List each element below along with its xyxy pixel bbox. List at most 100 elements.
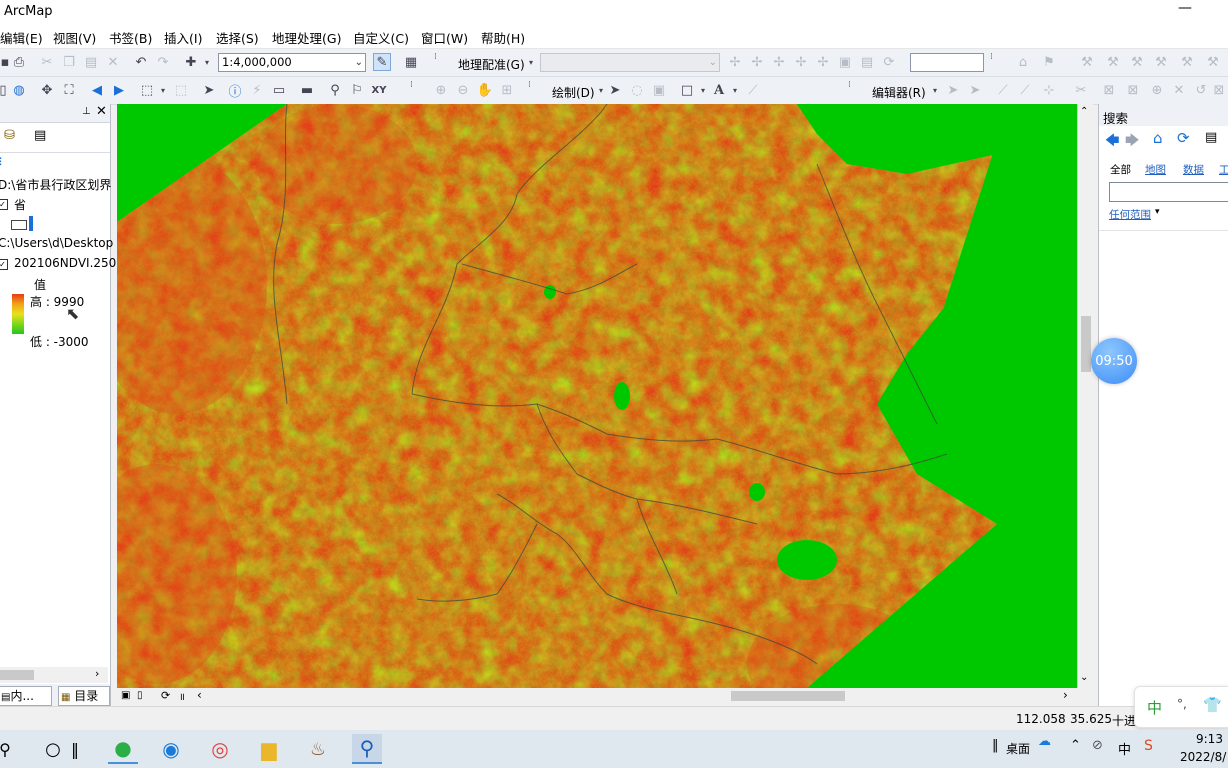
scroll-thumb[interactable] xyxy=(731,691,845,701)
menu-insert[interactable]: 插入(I) xyxy=(164,28,202,47)
floating-clock-widget[interactable]: 09:50 xyxy=(1091,338,1137,384)
network-icon[interactable]: ⊘ xyxy=(1092,738,1103,753)
tool-icon[interactable]: ⚒ xyxy=(1128,53,1146,71)
identify-icon[interactable]: ⓘ xyxy=(226,81,244,100)
edit-tool-icon[interactable]: ✕ xyxy=(1170,81,1188,99)
toolbar-grip[interactable]: ⁞ xyxy=(848,81,856,101)
java-icon[interactable]: ♨ xyxy=(303,734,333,764)
rotate-icon[interactable]: ✢ xyxy=(748,53,766,71)
edit-tool-icon[interactable]: ⊠ xyxy=(1210,81,1228,99)
chevron-right-icon[interactable]: › xyxy=(1063,688,1068,702)
auto-registration-icon[interactable]: ✢ xyxy=(814,53,832,71)
back-arrow-icon[interactable]: ◀ xyxy=(88,81,106,99)
task-view-icon[interactable]: ○ xyxy=(38,734,68,764)
desktop-toolbar-label[interactable]: 桌面 xyxy=(1006,740,1030,757)
layout-view-icon[interactable]: ▯ xyxy=(137,690,143,701)
filter-maps[interactable]: 地图 xyxy=(1145,162,1166,177)
toolbar-grip[interactable]: ⁞ xyxy=(528,81,536,101)
ime-punctuation-label[interactable]: °, xyxy=(1177,697,1187,711)
scale-icon[interactable]: ✢ xyxy=(792,53,810,71)
edit-annotation-icon[interactable]: ➤ xyxy=(966,81,984,99)
zoom-to-elements-icon[interactable]: ▣ xyxy=(650,81,668,99)
data-view-icon[interactable]: ▣ xyxy=(121,690,130,701)
filter-data[interactable]: 数据 xyxy=(1183,162,1204,177)
cut-icon[interactable]: ✂ xyxy=(38,53,56,71)
menu-geoprocessing[interactable]: 地理处理(G) xyxy=(272,28,341,47)
home-icon[interactable]: ⌂ xyxy=(1153,129,1163,147)
chrome-browser-icon[interactable]: ◎ xyxy=(205,734,235,764)
chevron-left-icon[interactable]: ‹ xyxy=(197,688,202,702)
search-icon[interactable]: ⚲ xyxy=(0,734,20,764)
input-method-indicator[interactable]: 中 xyxy=(1118,739,1131,758)
arcmap-taskbar-icon[interactable]: ⚲ xyxy=(352,734,382,764)
edit-tool-icon[interactable]: ➤ xyxy=(944,81,962,99)
layer-group-path[interactable]: C:\Users\d\Desktop xyxy=(0,236,113,250)
draw-menu[interactable]: 绘制(D) xyxy=(552,84,595,101)
forward-arrow-icon[interactable]: 🡆 xyxy=(1125,130,1139,154)
toolbar-grip[interactable]: ⁞ xyxy=(434,53,442,73)
scroll-thumb[interactable] xyxy=(1081,316,1091,372)
close-icon[interactable]: ✕ xyxy=(96,104,107,119)
tab-contents[interactable]: ▤内... xyxy=(0,686,52,706)
split-icon[interactable]: ✂ xyxy=(1072,81,1090,99)
full-extent-icon[interactable]: ⛶ xyxy=(60,81,78,99)
tool-icon[interactable]: ⚒ xyxy=(1078,53,1096,71)
map-horizontal-scrollbar[interactable]: ▣ ▯ ⟳ ॥ ‹ › xyxy=(117,688,1077,704)
menu-customize[interactable]: 自定义(C) xyxy=(353,28,409,47)
ime-toolbar[interactable]: 中 °, 👕 xyxy=(1134,686,1228,728)
pause-icon[interactable]: ॥ xyxy=(179,689,185,703)
html-popup-icon[interactable]: ▭ xyxy=(270,81,288,99)
menu-bookmarks[interactable]: 书签(B) xyxy=(109,28,152,47)
trace-icon[interactable]: ⟋ xyxy=(1016,81,1034,99)
taskbar-clock-date[interactable]: 2022/8/ xyxy=(1180,750,1226,764)
layer-checkbox[interactable]: ✓ xyxy=(0,259,8,270)
select-dropdown-icon[interactable]: ▾ xyxy=(154,81,172,99)
forward-arrow-icon[interactable]: ▶ xyxy=(110,81,128,99)
tool-icon[interactable]: ⚒ xyxy=(1178,53,1196,71)
tool-icon[interactable]: ⚒ xyxy=(1152,53,1170,71)
options-icon[interactable]: ▤ xyxy=(1205,130,1217,145)
menu-help[interactable]: 帮助(H) xyxy=(481,28,525,47)
flag-icon[interactable]: ⚑ xyxy=(1040,53,1058,71)
text-dropdown-icon[interactable]: ▾ xyxy=(726,81,744,99)
polygon-symbol[interactable] xyxy=(11,220,27,230)
ime-language-label[interactable]: 中 xyxy=(1147,697,1162,718)
map-scale-combo[interactable]: 1:4,000,000 ⌄ xyxy=(218,53,366,72)
chevron-right-icon[interactable]: › xyxy=(95,667,99,680)
menu-edit[interactable]: 编辑(E) xyxy=(0,28,43,47)
search-extent-link[interactable]: 任何范围 xyxy=(1109,207,1151,222)
onedrive-icon[interactable]: ☁ xyxy=(1038,734,1051,749)
zoom-in-icon[interactable]: ⊕ xyxy=(432,81,450,99)
select-elements-icon[interactable]: ➤ xyxy=(606,81,624,99)
add-control-point-icon[interactable]: ✢ xyxy=(726,53,744,71)
find-icon[interactable]: ⚲ xyxy=(326,81,344,99)
edit-tool-icon[interactable]: ↺ xyxy=(1192,81,1210,99)
chevron-down-icon[interactable]: ⌄ xyxy=(1080,672,1088,683)
add-data-dropdown-icon[interactable]: ▾ xyxy=(198,53,216,71)
refresh-icon[interactable]: ⟳ xyxy=(161,689,170,702)
select-elements-icon[interactable]: ➤ xyxy=(200,81,218,99)
tool-icon[interactable]: ⚒ xyxy=(1104,53,1122,71)
pin-icon[interactable]: ⊥ xyxy=(82,106,91,117)
filter-all[interactable]: 全部 xyxy=(1110,162,1131,177)
menu-windows[interactable]: 窗口(W) xyxy=(421,28,468,47)
layer-group-path[interactable]: D:\省市县行政区划界 xyxy=(0,176,111,193)
taskbar-clock-time[interactable]: 9:13 xyxy=(1196,732,1223,746)
wechat-icon[interactable]: ● xyxy=(108,734,138,764)
zoom-whole-page-icon[interactable]: ⊞ xyxy=(498,81,516,99)
ndvi-raster-map[interactable] xyxy=(117,104,1077,688)
edit-tool-icon[interactable]: ⊠ xyxy=(1124,81,1142,99)
edge-browser-icon[interactable]: ◉ xyxy=(156,734,186,764)
tab-catalog[interactable]: ▦ 目录 xyxy=(58,686,110,706)
copy-icon[interactable]: ❐ xyxy=(60,53,78,71)
zoom-out-icon[interactable]: ⊖ xyxy=(454,81,472,99)
go-to-xy-icon[interactable]: XY xyxy=(370,81,388,99)
measure-icon[interactable]: ▬ xyxy=(298,81,316,99)
editor-menu[interactable]: 编辑器(R) xyxy=(872,84,926,101)
chevron-up-icon[interactable]: ⌃ xyxy=(1070,738,1081,753)
edit-vertices-icon[interactable]: ⟋ xyxy=(744,81,762,99)
globe-icon[interactable]: ◍ xyxy=(10,81,28,99)
edit-tool-icon[interactable]: ⊠ xyxy=(1100,81,1118,99)
link-table-icon[interactable]: ▤ xyxy=(858,53,876,71)
print-icon[interactable]: ⎙ xyxy=(10,53,28,71)
